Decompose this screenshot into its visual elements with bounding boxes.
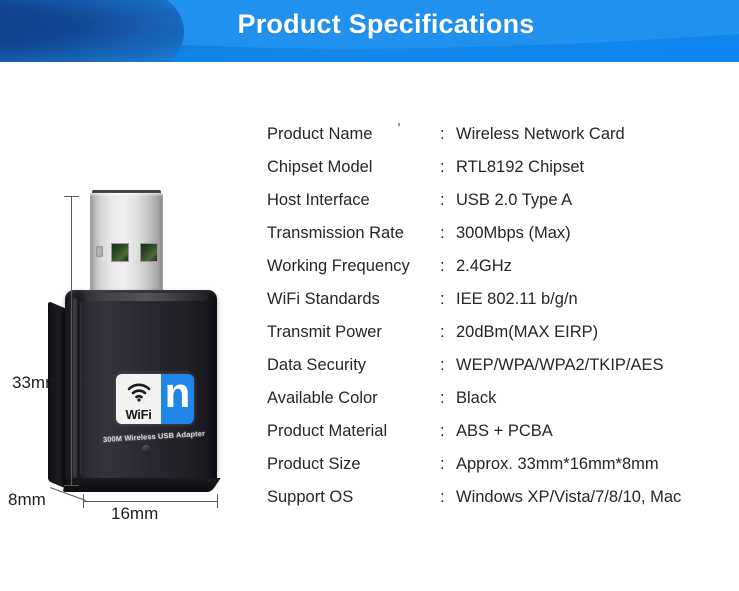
spec-separator: : xyxy=(440,224,445,242)
spec-separator: : xyxy=(440,488,445,506)
dimension-line-height xyxy=(71,196,72,486)
spec-label: Chipset Model xyxy=(267,158,373,176)
scan-artifact xyxy=(398,123,400,126)
spec-separator: : xyxy=(440,455,445,473)
spec-row: Data Security: WEP/WPA/WPA2/TKIP/AES xyxy=(267,349,737,382)
spec-label: Working Frequency xyxy=(267,257,410,275)
spec-label: Support OS xyxy=(267,488,354,506)
spec-label: Transmit Power xyxy=(267,323,382,341)
spec-separator: : xyxy=(440,290,445,308)
spec-separator: : xyxy=(440,389,445,407)
led-indicator xyxy=(142,445,151,454)
specifications-list: Product Name: Wireless Network Card Chipse… xyxy=(267,118,737,514)
spec-value: IEE 802.11 b/g/n xyxy=(456,290,578,308)
dimension-label-width: 16mm xyxy=(111,504,159,523)
header-banner: Product Specifications xyxy=(0,0,739,62)
dimension-cap xyxy=(64,485,79,486)
spec-separator: : xyxy=(440,257,445,275)
spec-label: Data Security xyxy=(267,356,367,374)
spec-separator: : xyxy=(440,323,445,341)
spec-label: Product Material xyxy=(267,422,388,440)
wifi-standard-letter: n xyxy=(164,374,191,416)
spec-value: 20dBm(MAX EIRP) xyxy=(456,323,599,341)
usb-contact-window xyxy=(111,243,129,262)
spec-label: Product Name xyxy=(267,125,373,143)
spec-separator: : xyxy=(440,422,445,440)
spec-row: Product Name: Wireless Network Card xyxy=(267,118,737,151)
product-image: WiFi n 300M Wireless USB Adapter 33mm 8m… xyxy=(0,62,252,591)
spec-separator: : xyxy=(440,356,445,374)
spec-value: USB 2.0 Type A xyxy=(456,191,573,209)
spec-value: 300Mbps (Max) xyxy=(456,224,571,242)
spec-value: ABS + PCBA xyxy=(456,422,553,440)
usb-connector-slot xyxy=(96,246,103,257)
spec-value: 2.4GHz xyxy=(456,257,512,275)
spec-separator: : xyxy=(440,158,445,176)
adapter-body-bottom-face xyxy=(61,478,221,492)
product-specifications-page: Product Specifications WiFi n 300M Wirel… xyxy=(0,0,739,591)
spec-separator: : xyxy=(440,191,445,209)
spec-value: RTL8192 Chipset xyxy=(456,158,585,176)
usb-contact-window xyxy=(140,243,158,262)
dimension-cap xyxy=(64,196,79,197)
adapter-body-sheen xyxy=(86,293,208,301)
adapter-body-highlight xyxy=(73,298,77,478)
spec-row: Working Frequency:2.4GHz xyxy=(267,250,737,283)
adapter-body-highlight xyxy=(80,302,82,474)
wifi-logo-text: WiFi xyxy=(125,407,152,422)
spec-value: Windows XP/Vista/7/8/10, Mac xyxy=(456,488,682,506)
spec-row: Host Interface: USB 2.0 Type A xyxy=(267,184,737,217)
wifi-signal-icon xyxy=(127,383,151,402)
spec-separator: : xyxy=(440,125,445,143)
spec-row: Transmission Rate:300Mbps (Max) xyxy=(267,217,737,250)
page-title: Product Specifications xyxy=(237,9,535,39)
spec-label: Available Color xyxy=(267,389,378,407)
dimension-line-width xyxy=(83,501,218,502)
dimension-cap xyxy=(83,494,84,508)
spec-row: Support OS: Windows XP/Vista/7/8/10, Mac xyxy=(267,481,737,514)
dimension-label-depth: 8mm xyxy=(8,490,46,509)
spec-label: Host Interface xyxy=(267,191,370,209)
spec-value: Black xyxy=(456,389,497,407)
spec-label: Product Size xyxy=(267,455,361,473)
spec-row: Product Size: Approx. 33mm*16mm*8mm xyxy=(267,448,737,481)
spec-row: WiFi Standards: IEE 802.11 b/g/n xyxy=(267,283,737,316)
spec-row: Available Color: Black xyxy=(267,382,737,415)
spec-label: Transmission Rate xyxy=(267,224,404,242)
wifi-logo-right: n xyxy=(161,374,194,424)
wifi-logo-left: WiFi xyxy=(116,374,161,424)
spec-value: Wireless Network Card xyxy=(456,125,625,143)
wifi-n-logo: WiFi n xyxy=(116,374,194,424)
spec-row: Chipset Model: RTL8192 Chipset xyxy=(267,151,737,184)
spec-label: WiFi Standards xyxy=(267,290,380,308)
spec-value: Approx. 33mm*16mm*8mm xyxy=(456,455,659,473)
spec-row: Transmit Power:20dBm(MAX EIRP) xyxy=(267,316,737,349)
spec-row: Product Material: ABS + PCBA xyxy=(267,415,737,448)
spec-value: WEP/WPA/WPA2/TKIP/AES xyxy=(456,356,664,374)
dimension-cap xyxy=(217,494,218,508)
dimension-label-height: 33mm xyxy=(12,373,60,392)
